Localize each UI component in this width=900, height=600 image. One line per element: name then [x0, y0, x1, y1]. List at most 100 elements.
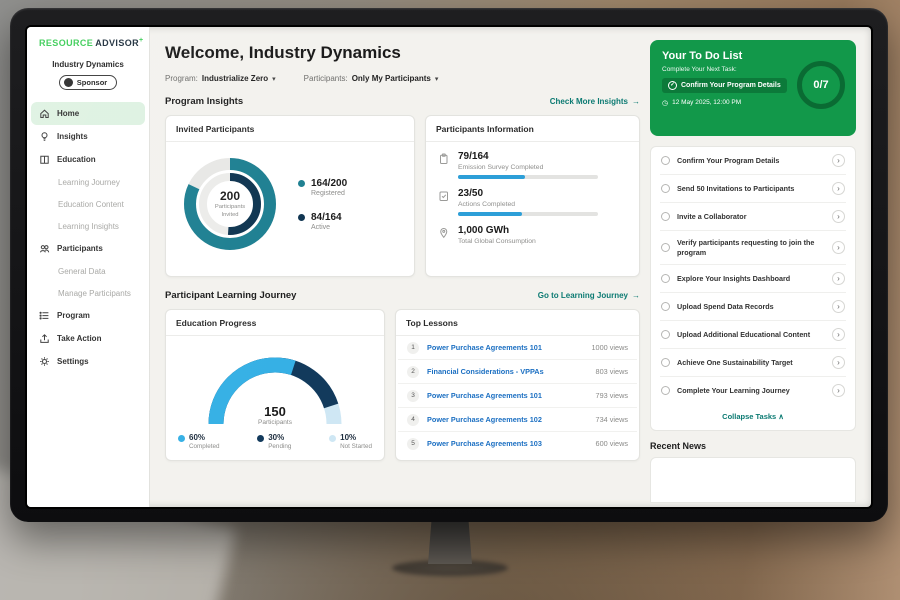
task-checkbox[interactable]	[661, 156, 670, 165]
lesson-row: 5 Power Purchase Agreements 103 600 view…	[398, 432, 637, 455]
lesson-views: 600 views	[596, 439, 628, 448]
donut-center-label: Participants Invited	[207, 204, 253, 219]
monitor-frame: RESOURCEADVISOR+ Industry Dynamics Spons…	[10, 8, 888, 522]
task-checkbox[interactable]	[661, 184, 670, 193]
todo-progress-ring: 0/7	[797, 61, 845, 109]
lesson-link[interactable]: Power Purchase Agreements 101	[427, 391, 588, 400]
chevron-right-icon[interactable]: ›	[832, 154, 845, 167]
legend-item-pending: 30% Pending	[257, 433, 291, 450]
sidebar-item-general-data[interactable]: General Data	[27, 260, 149, 282]
legend-label: Not Started	[340, 443, 372, 450]
task-checkbox[interactable]	[661, 330, 670, 339]
task-checkbox[interactable]	[661, 358, 670, 367]
check-more-insights-link[interactable]: Check More Insights →	[550, 97, 640, 106]
lesson-link[interactable]: Power Purchase Agreements 101	[427, 343, 583, 352]
gauge-center-label: Participants	[200, 419, 350, 426]
chevron-right-icon[interactable]: ›	[832, 356, 845, 369]
todo-task[interactable]: Send 50 Invitations to Participants ›	[660, 175, 846, 203]
stat-label: Actions Completed	[458, 201, 598, 208]
todo-task[interactable]: Upload Additional Educational Content ›	[660, 321, 846, 349]
chevron-right-icon[interactable]: ›	[832, 300, 845, 313]
program-filter-value: Industrialize Zero	[202, 74, 268, 83]
task-label: Upload Spend Data Records	[677, 302, 825, 312]
sidebar-item-label: General Data	[58, 267, 106, 276]
sidebar-item-home[interactable]: Home	[31, 102, 145, 125]
legend-label: Active	[311, 224, 342, 231]
sidebar-item-take-action[interactable]: Take Action	[27, 327, 149, 350]
card-title: Invited Participants	[166, 116, 414, 142]
lesson-rank: 2	[407, 366, 419, 378]
chevron-right-icon[interactable]: ›	[832, 210, 845, 223]
program-filter[interactable]: Program: Industrialize Zero ▾	[165, 74, 276, 83]
todo-task[interactable]: Upload Spend Data Records ›	[660, 293, 846, 321]
chevron-right-icon[interactable]: ›	[832, 241, 845, 254]
sidebar-item-label: Participants	[57, 244, 103, 253]
task-label: Complete Your Learning Journey	[677, 386, 825, 396]
lesson-views: 793 views	[596, 391, 628, 400]
next-task-label: Confirm Your Program Details	[681, 82, 781, 89]
lesson-link[interactable]: Power Purchase Agreements 102	[427, 415, 588, 424]
todo-task[interactable]: Confirm Your Program Details ›	[660, 147, 846, 175]
sidebar-item-manage-participants[interactable]: Manage Participants	[27, 282, 149, 304]
todo-task[interactable]: Complete Your Learning Journey ›	[660, 377, 846, 404]
todo-task[interactable]: Explore Your Insights Dashboard ›	[660, 265, 846, 293]
legend-label: Pending	[268, 443, 291, 450]
checklist-icon	[438, 188, 450, 216]
sidebar-item-learning-insights[interactable]: Learning Insights	[27, 215, 149, 237]
chevron-right-icon[interactable]: ›	[832, 182, 845, 195]
sidebar-item-program[interactable]: Program	[27, 304, 149, 327]
chevron-right-icon[interactable]: ›	[832, 328, 845, 341]
lessons-list: 1 Power Purchase Agreements 101 1000 vie…	[396, 336, 639, 455]
lesson-link[interactable]: Financial Considerations - VPPAs	[427, 367, 588, 376]
task-checkbox[interactable]	[661, 274, 670, 283]
task-checkbox[interactable]	[661, 386, 670, 395]
collapse-tasks-link[interactable]: Collapse Tasks ∧	[660, 404, 846, 430]
chevron-right-icon[interactable]: ›	[832, 384, 845, 397]
chevron-down-icon: ▾	[272, 75, 276, 83]
task-checkbox[interactable]	[661, 212, 670, 221]
progress-track	[458, 212, 598, 216]
dashboard-screen: RESOURCEADVISOR+ Industry Dynamics Spons…	[27, 27, 871, 507]
next-task-pill[interactable]: ✓ Confirm Your Program Details	[662, 78, 787, 93]
sidebar-item-participants[interactable]: Participants	[27, 237, 149, 260]
sidebar-item-learning-journey[interactable]: Learning Journey	[27, 171, 149, 193]
participants-information-card: Participants Information 79/164 Emission…	[425, 115, 640, 277]
todo-task[interactable]: Invite a Collaborator ›	[660, 203, 846, 231]
sidebar-item-insights[interactable]: Insights	[27, 125, 149, 148]
participants-filter[interactable]: Participants: Only My Participants ▾	[304, 74, 439, 83]
clipboard-icon	[438, 151, 450, 179]
location-pin-icon	[438, 225, 450, 249]
todo-task[interactable]: Verify participants requesting to join t…	[660, 231, 846, 265]
recent-news-card	[650, 457, 856, 503]
sponsor-badge[interactable]: Sponsor	[59, 75, 117, 90]
todo-task-list: Confirm Your Program Details › Send 50 I…	[650, 146, 856, 431]
home-icon	[39, 108, 50, 119]
legend-label: Registered	[311, 190, 347, 197]
sidebar-item-settings[interactable]: Settings	[27, 350, 149, 373]
clock-icon: ◷	[662, 99, 668, 107]
go-to-learning-journey-link[interactable]: Go to Learning Journey →	[538, 291, 640, 300]
task-label: Verify participants requesting to join t…	[677, 238, 825, 257]
legend-value: 10%	[340, 433, 372, 442]
lesson-views: 734 views	[596, 415, 628, 424]
sidebar-item-education[interactable]: Education	[27, 148, 149, 171]
invited-donut-chart: 200 Participants Invited	[176, 150, 284, 258]
users-icon	[39, 243, 50, 254]
chevron-up-icon: ∧	[778, 412, 784, 421]
chevron-right-icon[interactable]: ›	[832, 272, 845, 285]
chevron-down-icon: ▾	[435, 75, 439, 83]
lesson-rank: 3	[407, 390, 419, 402]
lesson-link[interactable]: Power Purchase Agreements 103	[427, 439, 588, 448]
card-title: Participants Information	[426, 116, 639, 142]
sidebar-item-education-content[interactable]: Education Content	[27, 193, 149, 215]
section-title-program-insights: Program Insights	[165, 96, 243, 107]
task-checkbox[interactable]	[661, 243, 670, 252]
education-gauge-chart: 150 Participants	[200, 344, 350, 426]
main-content: Welcome, Industry Dynamics Program: Indu…	[150, 27, 650, 507]
sidebar-item-label: Program	[57, 311, 90, 320]
sidebar: RESOURCEADVISOR+ Industry Dynamics Spons…	[27, 27, 150, 507]
lesson-row: 4 Power Purchase Agreements 102 734 view…	[398, 408, 637, 432]
legend-dot	[298, 214, 305, 221]
task-checkbox[interactable]	[661, 302, 670, 311]
todo-task[interactable]: Achieve One Sustainability Target ›	[660, 349, 846, 377]
